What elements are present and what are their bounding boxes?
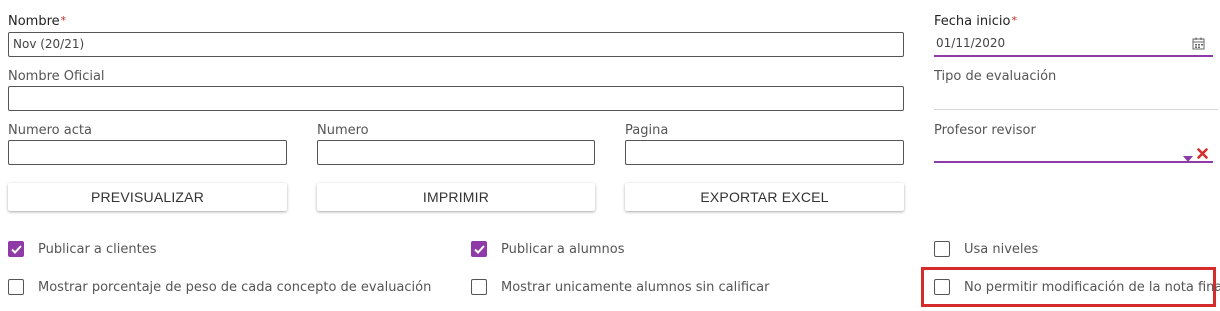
publicar-alumnos-checkbox[interactable] — [471, 241, 487, 257]
mostrar-porcentaje-option[interactable]: Mostrar porcentaje de peso de cada conce… — [8, 279, 431, 295]
no-permitir-modificacion-label: No permitir modificación de la nota fina… — [964, 279, 1220, 295]
mostrar-sin-calificar-label: Mostrar unicamente alumnos sin calificar — [501, 279, 770, 295]
required-marker: * — [1011, 14, 1017, 27]
fecha-inicio-label: Fecha inicio* — [934, 14, 1017, 29]
check-icon — [10, 244, 22, 254]
nombre-value: Nov (20/21) — [13, 37, 85, 51]
fecha-inicio-input[interactable]: 01/11/2020 — [934, 32, 1213, 57]
numero-label: Numero — [317, 123, 369, 138]
fecha-inicio-value: 01/11/2020 — [936, 36, 1006, 50]
publicar-alumnos-label: Publicar a alumnos — [501, 241, 625, 257]
nombre-input[interactable]: Nov (20/21) — [8, 32, 904, 57]
profesor-revisor-label: Profesor revisor — [934, 123, 1036, 138]
nombre-label: Nombre* — [8, 14, 67, 29]
publicar-alumnos-option[interactable]: Publicar a alumnos — [471, 241, 624, 257]
previsualizar-button[interactable]: PREVISUALIZAR — [8, 183, 287, 211]
numero-acta-label: Numero acta — [8, 123, 92, 138]
mostrar-sin-calificar-option[interactable]: Mostrar unicamente alumnos sin calificar — [471, 279, 769, 295]
no-permitir-modificacion-option[interactable]: No permitir modificación de la nota fina… — [934, 279, 1220, 295]
usa-niveles-checkbox[interactable] — [934, 241, 950, 257]
tipo-evaluacion-label: Tipo de evaluación — [934, 69, 1057, 84]
publicar-clientes-label: Publicar a clientes — [38, 241, 157, 257]
numero-input[interactable] — [317, 140, 595, 165]
pagina-label: Pagina — [625, 123, 669, 138]
nombre-oficial-input[interactable] — [8, 86, 904, 111]
no-permitir-modificacion-checkbox[interactable] — [934, 279, 950, 295]
calendar-icon[interactable] — [1192, 35, 1205, 54]
mostrar-porcentaje-label: Mostrar porcentaje de peso de cada conce… — [38, 279, 432, 295]
usa-niveles-option[interactable]: Usa niveles — [934, 241, 1038, 257]
usa-niveles-label: Usa niveles — [964, 241, 1039, 257]
required-marker: * — [60, 14, 67, 27]
publicar-clientes-checkbox[interactable] — [8, 241, 24, 257]
profesor-revisor-select[interactable] — [934, 140, 1213, 163]
mostrar-sin-calificar-checkbox[interactable] — [471, 279, 487, 295]
pagina-input[interactable] — [625, 140, 904, 165]
tipo-evaluacion-input[interactable] — [934, 86, 1218, 110]
publicar-clientes-option[interactable]: Publicar a clientes — [8, 241, 157, 257]
exportar-excel-button[interactable]: EXPORTAR EXCEL — [625, 183, 904, 211]
mostrar-porcentaje-checkbox[interactable] — [8, 279, 24, 295]
close-icon[interactable] — [1197, 144, 1208, 163]
check-icon — [473, 244, 485, 254]
caret-down-icon[interactable] — [1183, 147, 1193, 166]
numero-acta-input[interactable] — [8, 140, 287, 165]
nombre-oficial-label: Nombre Oficial — [8, 69, 105, 84]
imprimir-button[interactable]: IMPRIMIR — [317, 183, 595, 211]
